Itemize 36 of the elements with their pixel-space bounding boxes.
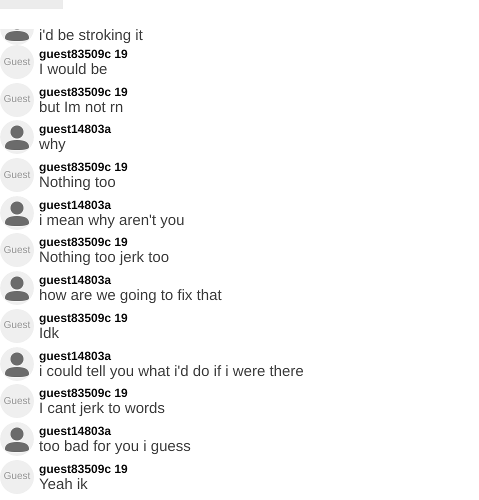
username: guest83509c 19: [39, 235, 129, 250]
guest-avatar: Guest: [0, 460, 34, 494]
user-avatar-icon: [0, 120, 34, 154]
message-text: i'd be stroking it: [39, 27, 143, 45]
username: guest83509c 19: [39, 47, 128, 61]
message-text: how are we going to fix that: [39, 287, 222, 306]
message-text: i could tell you what i'd do if i were there: [39, 362, 304, 380]
user-avatar-icon: [0, 196, 34, 230]
message-text: why: [39, 136, 67, 154]
guest-avatar: Guest: [0, 233, 34, 268]
message-text: Yeah ik: [39, 476, 89, 494]
username: guest83509c 19: [39, 160, 128, 174]
username: guest14803a: [39, 424, 112, 438]
username: guest14803a: [39, 198, 112, 212]
username: guest83509c 19: [39, 386, 129, 400]
user-avatar-icon: [0, 422, 34, 456]
message-text: I would be: [39, 61, 108, 79]
username: guest14803a: [39, 273, 112, 288]
message-text: Nothing too jerk too: [39, 249, 170, 268]
username: guest14803a: [39, 348, 112, 362]
username: guest83509c 19: [39, 462, 128, 476]
message-text: i mean why aren't you: [39, 212, 184, 230]
guest-avatar: Guest: [0, 384, 34, 418]
message-text: too bad for you i guess: [39, 438, 191, 456]
guest-avatar: Guest: [0, 82, 34, 117]
message-text: I cant jerk to words: [39, 400, 165, 418]
username: guest83509c 19: [39, 84, 128, 99]
username: guest14803a: [39, 122, 112, 136]
user-avatar-icon: [0, 346, 34, 380]
message-text: Idk: [39, 324, 60, 343]
user-avatar-icon: [0, 271, 34, 306]
guest-avatar: Guest: [0, 308, 34, 343]
message-text: but Im not rn: [39, 98, 124, 117]
guest-avatar: Guest: [0, 158, 34, 192]
message-text: Nothing too: [39, 174, 117, 192]
username: guest83509c 19: [39, 310, 128, 325]
